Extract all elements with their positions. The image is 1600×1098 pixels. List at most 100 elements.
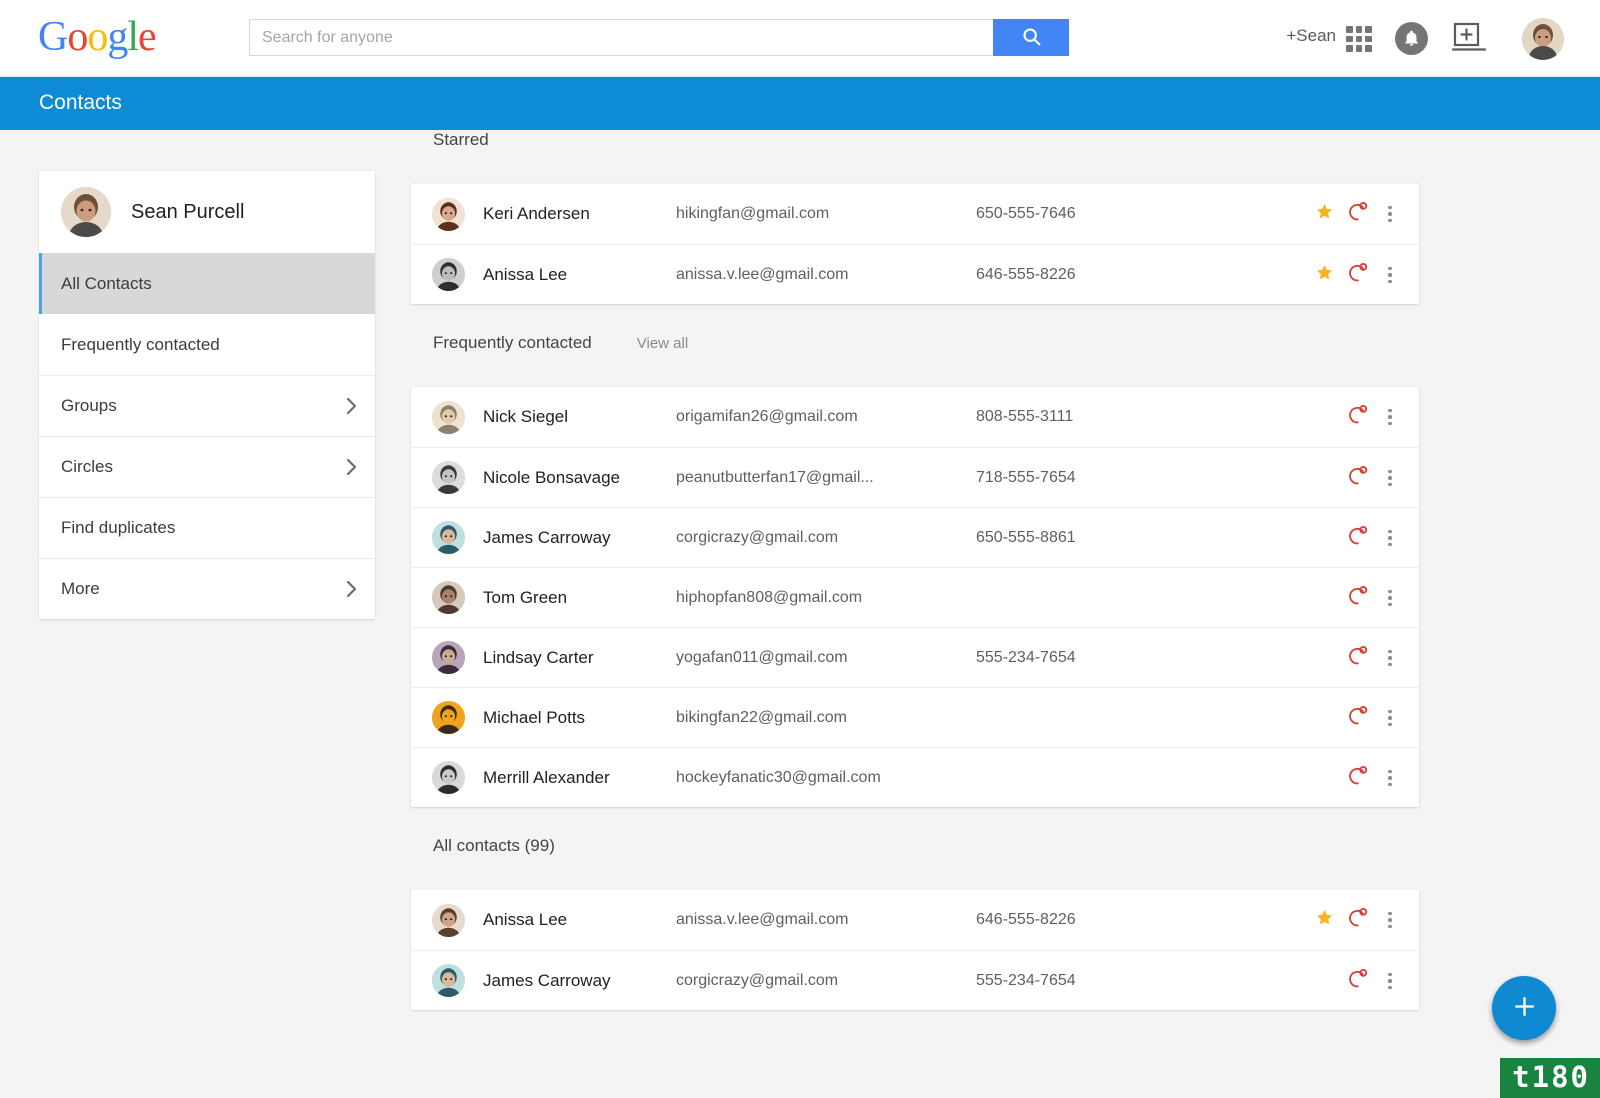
section-title: Frequently contacted — [433, 333, 592, 352]
star-icon[interactable] — [1311, 263, 1337, 287]
contact-row[interactable]: Anissa Lee anissa.v.lee@gmail.com 646-555-… — [411, 890, 1419, 950]
more-options-icon[interactable] — [1377, 529, 1403, 547]
hangouts-icon[interactable] — [1337, 465, 1377, 491]
search-input[interactable] — [249, 19, 993, 56]
sidebar-item-label: Frequently contacted — [61, 334, 220, 354]
sidebar-item-find-duplicates[interactable]: Find duplicates — [39, 497, 375, 558]
more-options-icon[interactable] — [1377, 649, 1403, 667]
contact-phone[interactable]: 646-555-8226 — [976, 266, 1216, 284]
contact-name: James Carroway — [483, 527, 611, 547]
sidebar-item-groups[interactable]: Groups — [39, 375, 375, 436]
contact-name: Michael Potts — [483, 707, 586, 727]
google-logo[interactable]: Google — [38, 14, 157, 60]
contact-email[interactable]: corgicrazy@gmail.com — [676, 529, 976, 547]
contact-email[interactable]: bikingfan22@gmail.com — [676, 709, 976, 727]
hangouts-icon[interactable] — [1337, 907, 1377, 933]
contact-email[interactable]: hiphopfan808@gmail.com — [676, 589, 976, 607]
contact-phone[interactable]: 555-234-7654 — [976, 972, 1216, 990]
contact-row[interactable]: Anissa Lee anissa.v.lee@gmail.com 646-555-… — [411, 244, 1419, 304]
contact-name: Anissa Lee — [483, 264, 568, 284]
hangouts-icon[interactable] — [1337, 705, 1377, 731]
hangouts-icon[interactable] — [1337, 765, 1377, 791]
contact-row[interactable]: Nicole Bonsavage peanutbutterfan17@gmail.… — [411, 447, 1419, 507]
contact-email[interactable]: origamifan26@gmail.com — [676, 408, 976, 426]
contact-phone[interactable]: 646-555-8226 — [976, 911, 1216, 929]
contact-avatar — [432, 903, 465, 937]
contact-email[interactable]: peanutbutterfan17@gmail... — [676, 469, 976, 487]
search-button[interactable] — [993, 19, 1069, 56]
hangouts-icon[interactable] — [1337, 968, 1377, 994]
contact-row[interactable]: Keri Andersen hikingfan@gmail.com 650-555-… — [411, 184, 1419, 244]
more-options-icon[interactable] — [1377, 769, 1403, 787]
star-icon[interactable] — [1311, 908, 1337, 932]
more-options-icon[interactable] — [1377, 469, 1403, 487]
hangouts-icon[interactable] — [1337, 262, 1377, 288]
sidebar-item-label: Find duplicates — [61, 518, 176, 537]
contact-avatar — [432, 964, 465, 997]
contact-avatar — [432, 521, 465, 554]
contact-email[interactable]: corgicrazy@gmail.com — [676, 972, 976, 990]
section-header: Starred — [411, 130, 1421, 184]
star-icon[interactable] — [1311, 202, 1337, 226]
contact-row[interactable]: Tom Green hiphopfan808@gmail.com — [411, 567, 1419, 627]
hangouts-icon[interactable] — [1337, 525, 1377, 551]
contact-phone[interactable]: 718-555-7654 — [976, 469, 1216, 487]
avatar-image — [1522, 18, 1564, 60]
add-contact-fab[interactable] — [1492, 976, 1556, 1040]
row-actions — [1311, 628, 1403, 688]
contact-avatar — [432, 258, 465, 291]
row-actions — [1311, 245, 1403, 305]
contact-row[interactable]: Michael Potts bikingfan22@gmail.com — [411, 687, 1419, 747]
contact-email[interactable]: hockeyfanatic30@gmail.com — [676, 769, 976, 787]
contact-name: Lindsay Carter — [483, 647, 594, 667]
contact-avatar — [432, 761, 465, 794]
notifications-bell-icon[interactable] — [1395, 22, 1428, 55]
search-icon — [1021, 26, 1042, 50]
sidebar-profile[interactable]: Sean Purcell — [39, 171, 375, 253]
plus-user-link[interactable]: +Sean — [1286, 26, 1336, 46]
view-all-link[interactable]: View all — [637, 335, 688, 352]
hangouts-icon[interactable] — [1337, 404, 1377, 430]
more-options-icon[interactable] — [1377, 911, 1403, 929]
contact-phone[interactable]: 650-555-7646 — [976, 205, 1216, 223]
more-options-icon[interactable] — [1377, 266, 1403, 284]
share-screen-icon[interactable] — [1451, 22, 1487, 53]
more-options-icon[interactable] — [1377, 709, 1403, 727]
hangouts-icon[interactable] — [1337, 645, 1377, 671]
contact-row[interactable]: Nick Siegel origamifan26@gmail.com 808-555… — [411, 387, 1419, 447]
row-actions — [1311, 184, 1403, 244]
contact-name: Merrill Alexander — [483, 767, 610, 787]
contacts-main: Starred Keri Andersen hikingfan@gmail.com 6… — [411, 130, 1421, 1039]
contact-email[interactable]: anissa.v.lee@gmail.com — [676, 911, 976, 929]
more-options-icon[interactable] — [1377, 408, 1403, 426]
contact-name: James Carroway — [483, 970, 611, 990]
sidebar-item-all-contacts[interactable]: All Contacts — [39, 253, 375, 314]
contact-email[interactable]: hikingfan@gmail.com — [676, 205, 976, 223]
plus-icon — [1512, 994, 1537, 1022]
logo-letter-4: l — [127, 14, 139, 60]
sidebar-item-more[interactable]: More — [39, 558, 375, 619]
contact-email[interactable]: yogafan011@gmail.com — [676, 649, 976, 667]
sidebar-item-circles[interactable]: Circles — [39, 436, 375, 497]
more-options-icon[interactable] — [1377, 589, 1403, 607]
more-options-icon[interactable] — [1377, 205, 1403, 223]
sidebar-item-frequently-contacted[interactable]: Frequently contacted — [39, 314, 375, 375]
account-avatar[interactable] — [1522, 18, 1564, 60]
apps-grid-icon[interactable] — [1346, 26, 1372, 52]
more-options-icon[interactable] — [1377, 972, 1403, 990]
contact-row[interactable]: James Carroway corgicrazy@gmail.com 555-23… — [411, 950, 1419, 1010]
contact-row[interactable]: James Carroway corgicrazy@gmail.com 650-55… — [411, 507, 1419, 567]
contact-phone[interactable]: 650-555-8861 — [976, 529, 1216, 547]
row-actions — [1311, 748, 1403, 808]
contact-row[interactable]: Lindsay Carter yogafan011@gmail.com 555-23… — [411, 627, 1419, 687]
contact-phone[interactable]: 555-234-7654 — [976, 649, 1216, 667]
section-header: All contacts (99) — [411, 836, 1421, 890]
contact-email[interactable]: anissa.v.lee@gmail.com — [676, 266, 976, 284]
sidebar: Sean Purcell All Contacts Frequently con… — [39, 171, 375, 619]
hangouts-icon[interactable] — [1337, 201, 1377, 227]
contact-name: Tom Green — [483, 587, 568, 607]
hangouts-icon[interactable] — [1337, 585, 1377, 611]
contact-phone[interactable]: 808-555-3111 — [976, 408, 1216, 426]
contact-row[interactable]: Merrill Alexander hockeyfanatic30@gmail.c… — [411, 747, 1419, 807]
